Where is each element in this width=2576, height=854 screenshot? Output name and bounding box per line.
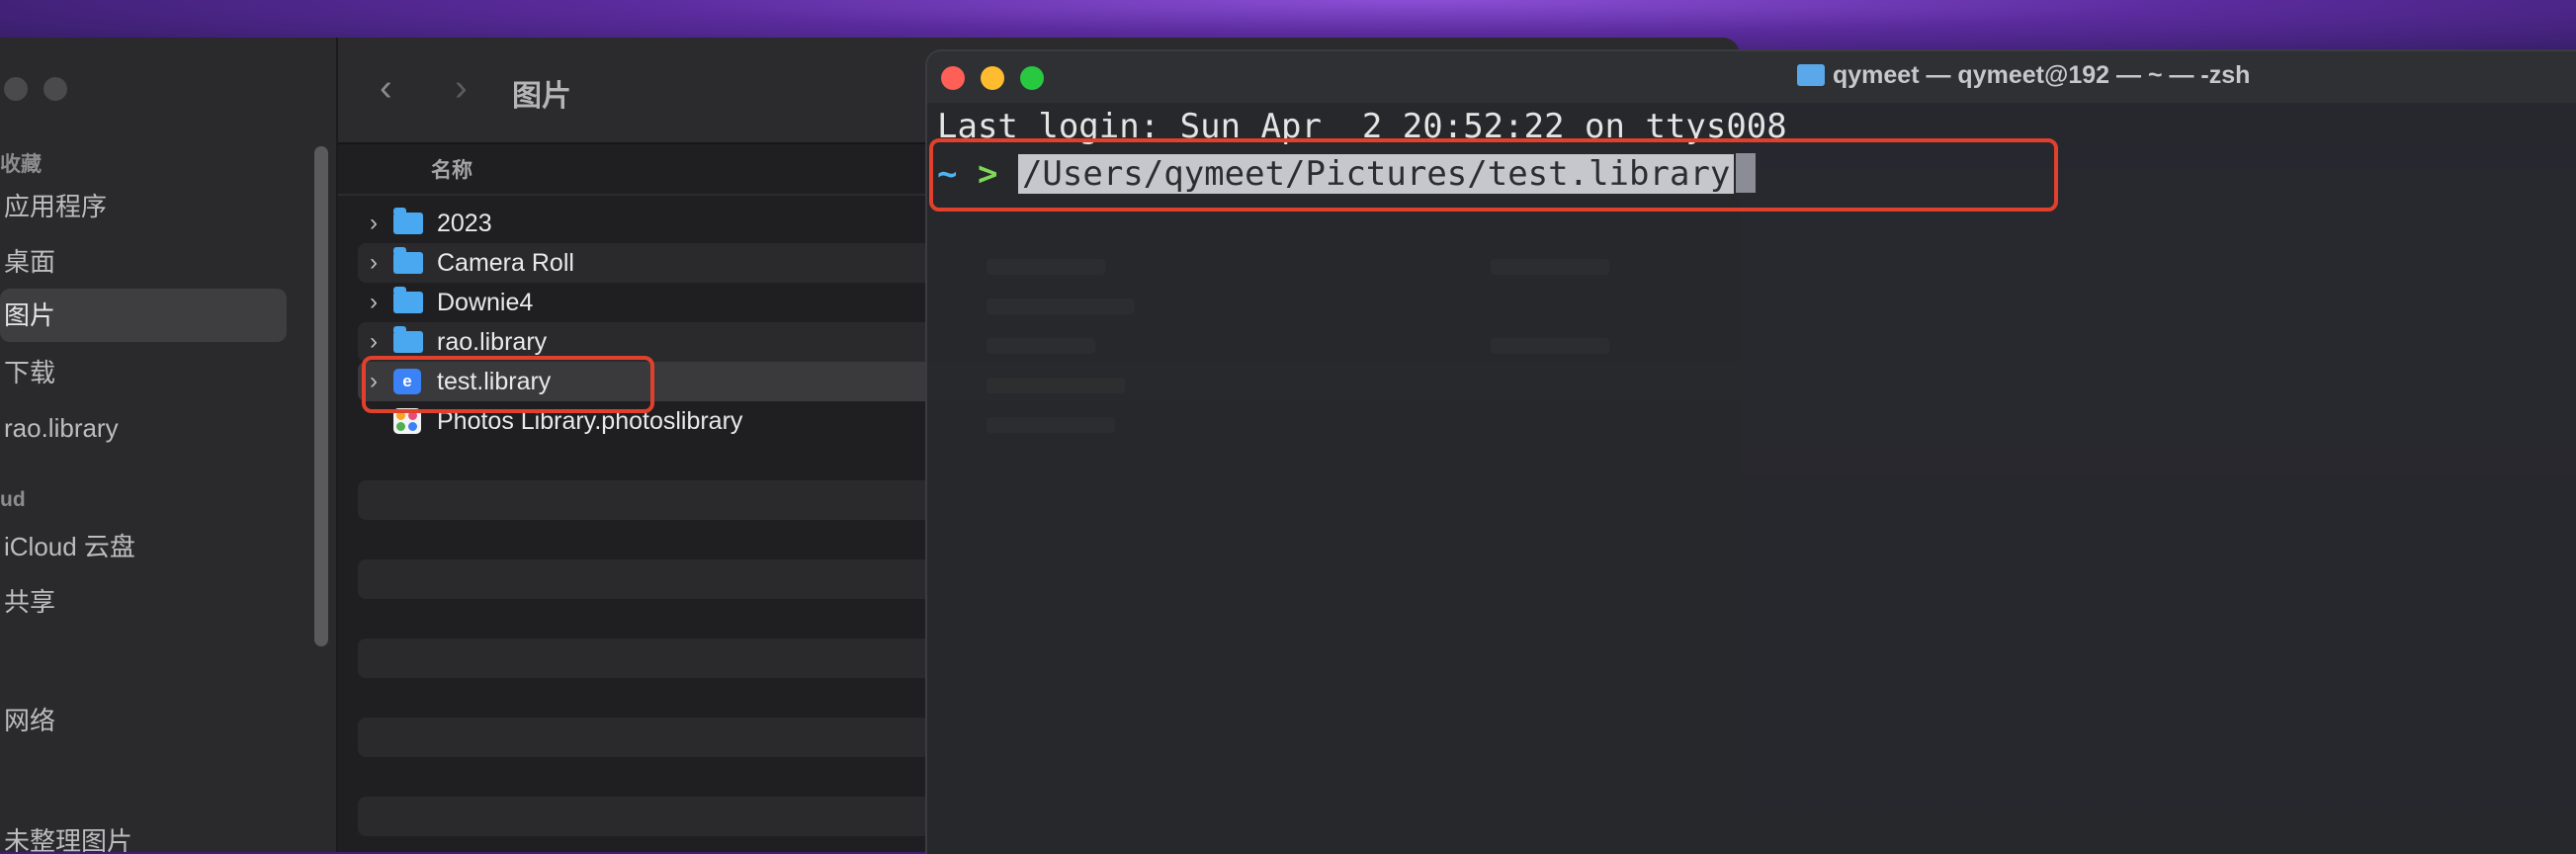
sidebar-item-rao-library[interactable]: rao.library	[0, 401, 287, 455]
minimize-button[interactable]	[43, 77, 67, 101]
folder-icon	[393, 287, 423, 313]
folder-icon	[393, 326, 423, 353]
zoom-button[interactable]	[1020, 66, 1044, 90]
window-title: 图片	[512, 80, 571, 113]
sidebar-item-downloads[interactable]: 下载	[0, 346, 287, 399]
ghost-row	[1491, 259, 1609, 275]
file-name: Downie4	[437, 289, 534, 316]
highlight-box-finder	[362, 356, 654, 413]
folder-icon	[1797, 64, 1825, 86]
ghost-row	[987, 299, 1135, 314]
ghost-row	[987, 417, 1115, 433]
terminal-titlebar: qymeet — qymeet@192 — ~ — -zsh	[927, 51, 2576, 103]
finder-sidebar: 收藏 应用程序 桌面 图片 下载 rao.library ud iCloud 云…	[0, 38, 338, 852]
minimize-button[interactable]	[981, 66, 1004, 90]
highlight-box-terminal	[929, 138, 2058, 212]
sidebar-section-icloud: ud	[0, 488, 26, 511]
chevron-right-icon[interactable]: ›	[370, 204, 378, 243]
ghost-row	[1491, 338, 1609, 354]
folder-icon	[393, 208, 423, 234]
chevron-right-icon[interactable]: ›	[370, 243, 378, 283]
sidebar-item-pictures[interactable]: 图片	[0, 289, 287, 342]
sidebar-item-applications[interactable]: 应用程序	[0, 180, 287, 233]
ghost-row	[987, 259, 1105, 275]
forward-button[interactable]: ›	[455, 67, 468, 110]
terminal-title-text: qymeet — qymeet@192 — ~ — -zsh	[1833, 61, 2251, 89]
chevron-right-icon[interactable]: ›	[370, 283, 378, 322]
ghost-row	[987, 338, 1095, 354]
sidebar-item-network[interactable]: 网络	[0, 694, 287, 747]
sidebar-item-icloud-drive[interactable]: iCloud 云盘	[0, 520, 287, 573]
file-name: 2023	[437, 210, 492, 237]
close-button[interactable]	[941, 66, 965, 90]
sidebar-item-desktop[interactable]: 桌面	[0, 235, 287, 289]
close-button[interactable]	[4, 77, 28, 101]
back-button[interactable]: ‹	[380, 67, 392, 110]
sidebar-section-favorites: 收藏	[0, 153, 42, 176]
sidebar-scrollbar[interactable]	[314, 146, 328, 646]
sidebar-item-unsorted-pictures[interactable]: 未整理图片	[0, 814, 287, 852]
folder-icon	[393, 247, 423, 274]
terminal-title: qymeet — qymeet@192 — ~ — -zsh	[1797, 61, 2250, 90]
ghost-row	[987, 378, 1125, 393]
column-name-header[interactable]: 名称	[431, 154, 472, 184]
file-name: Camera Roll	[437, 249, 574, 277]
sidebar-item-shared[interactable]: 共享	[0, 575, 287, 629]
